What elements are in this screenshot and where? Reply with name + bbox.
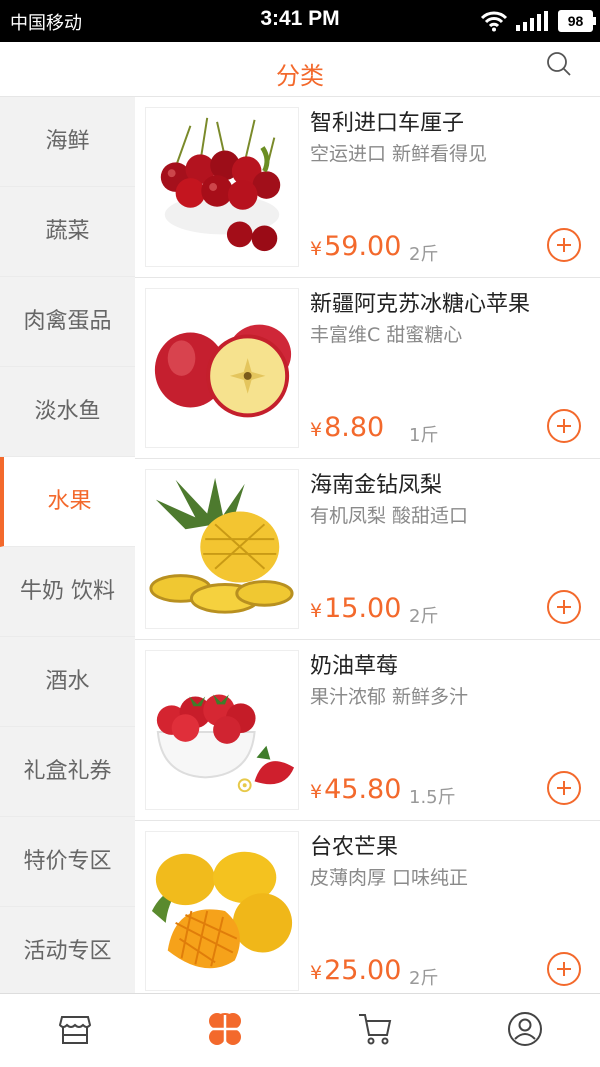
sidebar-item-wine[interactable]: 酒水 [0, 637, 135, 727]
sidebar-item-seafood[interactable]: 海鲜 [0, 97, 135, 187]
store-icon [58, 1016, 92, 1044]
product-price: ¥25.00 [310, 955, 401, 986]
status-time: 3:41 PM [260, 7, 340, 30]
cart-icon [359, 1014, 392, 1045]
product-list: 智利进口车厘子 空运进口 新鲜看得见 ¥59.00 2斤 新疆阿克苏冰糖心苹果 … [135, 97, 600, 993]
currency-symbol: ¥ [310, 419, 323, 441]
battery-icon: 98 [558, 10, 596, 32]
product-name: 智利进口车厘子 [310, 111, 465, 136]
signal-icon [516, 11, 548, 31]
product-item[interactable]: 新疆阿克苏冰糖心苹果 丰富维C 甜蜜糖心 ¥8.80 1斤 [135, 278, 600, 459]
status-bar: 中国移动 3:41 PM 98 [0, 0, 600, 42]
user-icon [508, 1012, 542, 1046]
sidebar-item-specials[interactable]: 特价专区 [0, 817, 135, 907]
product-unit: 2斤 [409, 606, 439, 627]
price-value: 15.00 [324, 593, 402, 624]
tab-profile[interactable] [450, 994, 600, 1067]
category-icon [209, 1013, 241, 1045]
product-item[interactable]: 海南金钻凤梨 有机凤梨 酸甜适口 ¥15.00 2斤 [135, 459, 600, 640]
add-to-cart-button[interactable] [547, 409, 581, 443]
product-image-apples [145, 288, 299, 448]
product-unit: 2斤 [409, 244, 439, 265]
product-description: 果汁浓郁 新鲜多汁 [310, 686, 469, 708]
search-icon[interactable] [545, 50, 573, 78]
category-sidebar: 海鲜 蔬菜 肉禽蛋品 淡水鱼 水果 牛奶 饮料 酒水 礼盒礼券 特价专区 活动专… [0, 97, 135, 997]
sidebar-item-events[interactable]: 活动专区 [0, 907, 135, 997]
product-unit: 1.5斤 [409, 787, 456, 808]
price-value: 59.00 [324, 231, 402, 262]
header: 分类 [0, 42, 600, 97]
product-image-strawberries [145, 650, 299, 810]
tab-category[interactable] [150, 994, 300, 1067]
product-unit: 2斤 [409, 968, 439, 989]
tab-store[interactable] [0, 994, 150, 1067]
currency-symbol: ¥ [310, 781, 323, 803]
product-description: 丰富维C 甜蜜糖心 [310, 324, 463, 346]
product-price: ¥8.80 [310, 412, 384, 443]
product-price: ¥59.00 [310, 231, 401, 262]
sidebar-item-milk-drinks[interactable]: 牛奶 饮料 [0, 547, 135, 637]
add-to-cart-button[interactable] [547, 771, 581, 805]
price-value: 45.80 [324, 774, 402, 805]
product-description: 有机凤梨 酸甜适口 [310, 505, 469, 527]
product-name: 新疆阿克苏冰糖心苹果 [310, 292, 531, 317]
tab-cart[interactable] [300, 994, 450, 1067]
currency-symbol: ¥ [310, 600, 323, 622]
product-image-cherries [145, 107, 299, 267]
page-title: 分类 [276, 62, 324, 90]
product-item[interactable]: 智利进口车厘子 空运进口 新鲜看得见 ¥59.00 2斤 [135, 97, 600, 278]
product-price: ¥15.00 [310, 593, 401, 624]
sidebar-item-freshwater-fish[interactable]: 淡水鱼 [0, 367, 135, 457]
sidebar-item-meat-eggs[interactable]: 肉禽蛋品 [0, 277, 135, 367]
price-value: 8.80 [324, 412, 385, 443]
product-name: 台农芒果 [310, 835, 399, 860]
currency-symbol: ¥ [310, 962, 323, 984]
product-image-pineapple [145, 469, 299, 629]
product-image-mangoes [145, 831, 299, 991]
currency-symbol: ¥ [310, 238, 323, 260]
sidebar-item-vegetables[interactable]: 蔬菜 [0, 187, 135, 277]
sidebar-item-fruit[interactable]: 水果 [0, 457, 135, 547]
product-description: 皮薄肉厚 口味纯正 [310, 867, 469, 889]
product-name: 海南金钻凤梨 [310, 473, 443, 498]
product-unit: 1斤 [409, 425, 439, 446]
price-value: 25.00 [324, 955, 402, 986]
product-name: 奶油草莓 [310, 654, 399, 679]
sidebar-item-gift-boxes[interactable]: 礼盒礼券 [0, 727, 135, 817]
wifi-icon [480, 11, 508, 32]
product-item[interactable]: 台农芒果 皮薄肉厚 口味纯正 ¥25.00 2斤 [135, 821, 600, 993]
add-to-cart-button[interactable] [547, 228, 581, 262]
bottom-tab-bar [0, 993, 600, 1067]
add-to-cart-button[interactable] [547, 952, 581, 986]
product-item[interactable]: 奶油草莓 果汁浓郁 新鲜多汁 ¥45.80 1.5斤 [135, 640, 600, 821]
product-description: 空运进口 新鲜看得见 [310, 143, 488, 165]
add-to-cart-button[interactable] [547, 590, 581, 624]
product-price: ¥45.80 [310, 774, 401, 805]
